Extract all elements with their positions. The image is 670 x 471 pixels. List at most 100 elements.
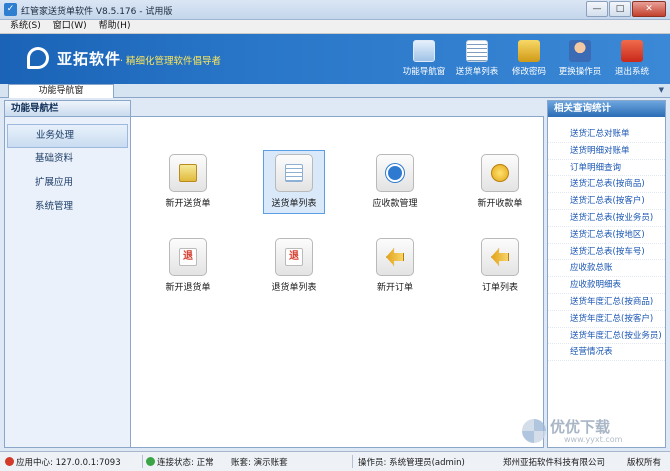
monitor-icon	[413, 40, 435, 62]
module-receivables[interactable]: 应收款管理	[365, 154, 425, 209]
module-new-delivery[interactable]: 新开送货单	[158, 154, 218, 209]
toolbar-exit-button[interactable]: 退出系统	[605, 40, 659, 77]
arrow-left-icon	[386, 248, 404, 266]
power-icon	[621, 40, 643, 62]
nav-item-system-management[interactable]: 系统管理	[7, 196, 128, 220]
server-icon	[5, 457, 14, 466]
module-label: 订单列表	[481, 283, 518, 293]
module-label: 送货单列表	[271, 199, 317, 209]
query-link[interactable]: 送货年度汇总(按客户)	[548, 311, 665, 328]
toolbar-label: 修改密码	[511, 67, 546, 77]
nav-item-basic-data[interactable]: 基础资料	[7, 148, 128, 172]
return-list-icon: 退	[285, 248, 303, 266]
module-label: 新开送货单	[165, 199, 211, 209]
list-icon	[466, 40, 488, 62]
toolbar-label: 功能导航窗	[402, 67, 446, 77]
site-watermark: 优优下载 www.yyxt.com	[512, 416, 662, 446]
right-panel-title: 相关查询统计	[548, 101, 665, 117]
module-icon-box	[481, 238, 519, 276]
watermark-url: www.yyxt.com	[564, 435, 623, 444]
query-link[interactable]: 送货年度汇总(按业务员)	[548, 328, 665, 345]
module-label: 新开退货单	[165, 283, 211, 293]
module-new-order[interactable]: 新开订单	[365, 238, 425, 293]
order-list-icon	[491, 248, 509, 266]
status-connection: 连接状态: 正常	[146, 456, 214, 468]
maximize-button[interactable]: □	[609, 1, 631, 17]
right-query-panel: 相关查询统计 送货汇总对账单 送货明细对账单 订单明细查询 送货汇总表(按商品)…	[547, 100, 666, 448]
status-divider	[142, 455, 143, 468]
menu-bar: 系统(S) 窗口(W) 帮助(H)	[0, 20, 670, 34]
brand-slogan: · 精细化管理软件倡导者	[120, 56, 222, 67]
menu-help[interactable]: 帮助(H)	[99, 20, 131, 33]
watermark-logo-icon	[522, 419, 546, 443]
left-panel-title: 功能导航栏	[5, 101, 130, 117]
status-bar: 应用中心: 127.0.0.1:7093 连接状态: 正常 账套: 演示账套 操…	[0, 451, 670, 471]
toolbar-delivery-list-button[interactable]: 送货单列表	[450, 40, 504, 77]
nav-list: 业务处理 基础资料 扩展应用 系统管理	[5, 117, 130, 220]
watermark-text: 优优下载	[550, 418, 611, 436]
module-label: 应收款管理	[372, 199, 418, 209]
query-link[interactable]: 订单明细查询	[548, 160, 665, 177]
status-connection-text: 连接状态: 正常	[157, 458, 214, 468]
module-new-return[interactable]: 退 新开退货单	[158, 238, 218, 293]
module-order-list[interactable]: 订单列表	[470, 238, 530, 293]
query-link[interactable]: 应收款总账	[548, 260, 665, 278]
module-icon-box	[169, 154, 207, 192]
header-banner: 亚拓软件 · 精细化管理软件倡导者 功能导航窗 送货单列表 修改密码 更换操作员…	[0, 34, 670, 84]
query-link[interactable]: 送货汇总表(按商品)	[548, 176, 665, 194]
minimize-button[interactable]: —	[586, 1, 608, 17]
toolbar-label: 更换操作员	[558, 67, 602, 77]
window-title: 红管家送货单软件 V8.5.176 - 试用版	[21, 7, 173, 17]
status-operator: 操作员: 系统管理员(admin)	[358, 458, 465, 468]
module-label: 退货单列表	[271, 283, 317, 293]
query-link[interactable]: 经营情况表	[548, 344, 665, 362]
query-link[interactable]: 送货年度汇总(按商品)	[548, 294, 665, 311]
tab-scroll-down-icon[interactable]: ▼	[659, 86, 664, 94]
toolbar-switch-operator-button[interactable]: 更换操作员	[553, 40, 607, 77]
cart-icon	[179, 164, 197, 182]
module-icon-box: 退	[169, 238, 207, 276]
module-new-receipt[interactable]: 新开收款单	[470, 154, 530, 209]
module-label: 新开收款单	[477, 199, 523, 209]
query-link-list: 送货汇总对账单 送货明细对账单 订单明细查询 送货汇总表(按商品) 送货汇总表(…	[548, 117, 665, 362]
query-link[interactable]: 送货汇总表(按客户)	[548, 193, 665, 210]
toolbar-label: 送货单列表	[455, 67, 499, 77]
status-app-center-text: 应用中心: 127.0.0.1:7093	[16, 458, 121, 468]
lock-icon	[518, 40, 540, 62]
window-controls: — □ ✕	[586, 1, 666, 17]
download-icon	[386, 164, 404, 182]
status-divider	[352, 455, 353, 468]
module-area: 新开送货单 送货单列表 应收款管理 新开收款单 退 新开退货单 退 退货单列表 …	[131, 116, 544, 448]
query-link[interactable]: 送货汇总表(按业务员)	[548, 210, 665, 227]
module-delivery-list[interactable]: 送货单列表	[263, 150, 325, 214]
menu-system[interactable]: 系统(S)	[10, 20, 41, 33]
status-copyright: 版权所有	[627, 458, 662, 468]
module-return-list[interactable]: 退 退货单列表	[264, 238, 324, 293]
status-account: 账套: 演示账套	[231, 458, 288, 468]
toolbar-change-password-button[interactable]: 修改密码	[502, 40, 556, 77]
user-icon	[569, 40, 591, 62]
return-icon: 退	[179, 248, 197, 266]
nav-item-business[interactable]: 业务处理	[7, 124, 128, 148]
nav-item-extensions[interactable]: 扩展应用	[7, 172, 128, 196]
tab-strip: 功能导航窗 ▼	[0, 84, 670, 98]
brand-name: 亚拓软件	[57, 50, 122, 68]
sheet-list-icon	[285, 164, 303, 182]
check-icon	[146, 457, 155, 466]
status-app-center: 应用中心: 127.0.0.1:7093	[5, 456, 121, 468]
title-bar: ✓ 红管家送货单软件 V8.5.176 - 试用版 — □ ✕	[0, 0, 670, 20]
query-link[interactable]: 送货汇总对账单	[548, 126, 665, 143]
menu-window[interactable]: 窗口(W)	[53, 20, 87, 33]
app-icon: ✓	[4, 3, 17, 16]
module-label: 新开订单	[376, 283, 413, 293]
query-link[interactable]: 应收款明细表	[548, 277, 665, 294]
tab-nav-window[interactable]: 功能导航窗	[8, 84, 114, 98]
toolbar-label: 退出系统	[614, 67, 649, 77]
module-icon-box	[481, 154, 519, 192]
close-button[interactable]: ✕	[632, 1, 666, 17]
query-link[interactable]: 送货明细对账单	[548, 143, 665, 160]
status-company: 郑州亚拓软件科技有限公司	[503, 458, 606, 468]
query-link[interactable]: 送货汇总表(按车号)	[548, 244, 665, 261]
query-link[interactable]: 送货汇总表(按地区)	[548, 227, 665, 244]
toolbar-nav-window-button[interactable]: 功能导航窗	[397, 40, 451, 77]
